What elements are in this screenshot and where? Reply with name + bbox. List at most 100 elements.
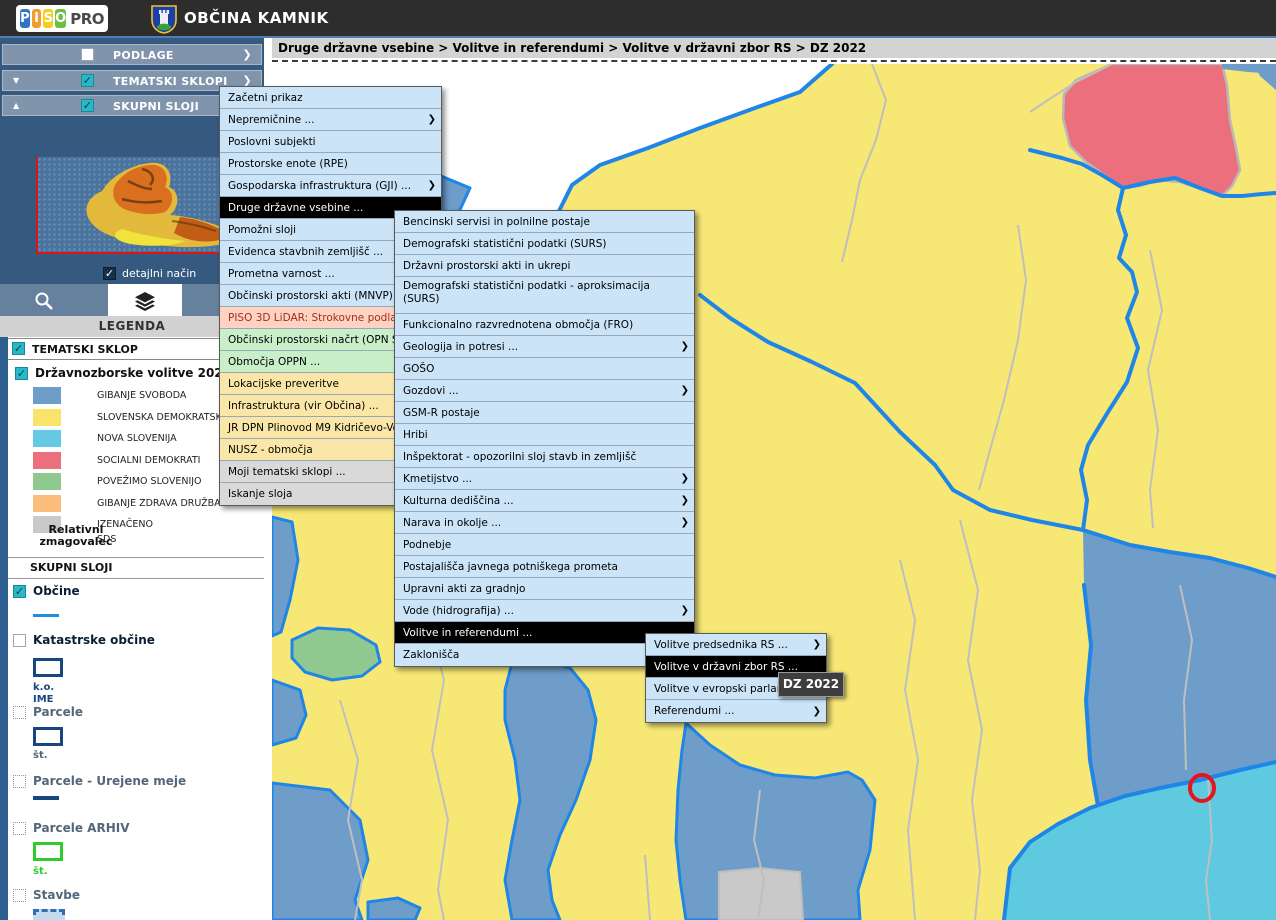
legend-section-tematski-label: TEMATSKI SKLOP [32,343,138,356]
menu-item[interactable]: Vode (hidrografija) ... ❯ [395,600,694,622]
menu-item-label: Lokacijske preveritve [228,378,339,390]
panel-podlage[interactable]: PODLAGE ❯ [2,44,262,65]
menu-item[interactable]: Kulturna dediščina ...❯ [395,490,694,512]
triangle-down-icon[interactable]: ▼ [13,76,19,85]
katastrske-checkbox[interactable] [13,634,26,647]
menu-item-label: Bencinski servisi in polnilne postaje [403,216,590,228]
layer-katastrske-label: Katastrske občine [33,633,155,647]
menu-item[interactable]: Geologija in potresi ...❯ [395,336,694,358]
urejene-checkbox[interactable] [13,775,26,788]
menu-item[interactable]: Kmetijstvo ... ❯ [395,468,694,490]
stavbe-checkbox[interactable] [13,889,26,902]
menu-item[interactable]: Funkcionalno razvrednotena območja (FRO) [395,314,694,336]
arhiv-sub1: št. [33,866,48,877]
stavbe-swatch [33,909,65,920]
menu-item[interactable]: Inšpektorat - opozorilni sloj stavb in z… [395,446,694,468]
menu-item[interactable]: Demografski statistični podatki - aproks… [395,277,694,314]
menu-item[interactable]: Narava in okolje ...❯ [395,512,694,534]
municipality-title: OBČINA KAMNIK [184,9,329,27]
tematski-sklop-checkbox[interactable]: ✓ [12,342,25,355]
logo-letter-o: O [55,9,66,28]
party-name: GIBANJE SVOBODA [97,390,186,401]
party-name: NOVA SLOVENIJA [97,433,177,444]
obcine-checkbox[interactable]: ✓ [13,585,26,598]
menu-item-label: Občinski prostorski akti (MNVP) ... [228,290,406,302]
menu-item[interactable]: Gospodarska infrastruktura (GJI) ...❯ [220,175,441,197]
layer-parcele-label: Parcele [33,705,83,719]
menu-item[interactable]: Referendumi ...❯ [646,700,826,722]
submenu-arrow-icon: ❯ [681,517,689,528]
menu-item[interactable]: Začetni prikaz [220,87,441,109]
chevron-right-icon[interactable]: ❯ [242,48,252,61]
skupni-checkbox[interactable]: ✓ [81,99,94,112]
menu-item[interactable]: Gozdovi ...❯ [395,380,694,402]
arhiv-checkbox[interactable] [13,822,26,835]
menu-item-label: Kmetijstvo ... [403,473,472,485]
menu-item-label: Začetni prikaz [228,92,303,104]
menu-item-label: Iskanje sloja [228,488,292,500]
party-name: POVEŽIMO SLOVENIJO [97,476,202,487]
menu-item-label: Infrastruktura (vir Občina) ... [228,400,379,412]
menu-item-label: Moji tematski sklopi ... [228,466,346,478]
parcele-checkbox[interactable] [13,706,26,719]
theme-label: Državnozborske volitve 2022 [35,366,231,380]
menu-item[interactable]: Volitve predsednika RS ... ❯ [646,634,826,656]
menu-item-label: Inšpektorat - opozorilni sloj stavb in z… [403,451,636,463]
relative-winner-value: SDS [97,534,116,545]
menu-item-label: Gospodarska infrastruktura (GJI) ... [228,180,411,192]
menu-item[interactable]: Demografski statistični podatki (SURS) [395,233,694,255]
menu-item-label: Upravni akti za gradnjo [403,583,525,595]
parcele-swatch [33,727,63,746]
menu-item-label: PISO 3D LiDAR: Strokovne podlage [228,312,410,324]
menu-item-label: Volitve in referendumi ... [403,627,532,639]
menu-item-label: Druge državne vsebine ... [228,202,363,214]
triangle-up-icon[interactable]: ▲ [13,101,19,110]
menu-item[interactable]: Prostorske enote (RPE) [220,153,441,175]
overview-terrain-image [52,159,238,253]
menu-item-label: Demografski statistični podatki - aproks… [403,280,686,306]
menu-item-label: Evidenca stavbnih zemljišč ... [228,246,383,258]
layers-icon[interactable] [133,291,157,311]
submenu-arrow-icon: ❯ [681,605,689,616]
piso-logo[interactable]: P I S O PRO [16,5,108,32]
menu-item-label: Vode (hidrografija) ... [403,605,514,617]
menu-item-label: Demografski statistični podatki (SURS) [403,238,607,250]
layer-obcine-label: Občine [33,584,80,598]
menu-item[interactable]: Nepremičnine ...❯ [220,109,441,131]
menu-item-label: Nepremičnine ... [228,114,314,126]
menu-item[interactable]: Bencinski servisi in polnilne postaje [395,211,694,233]
menu-item-label: Območja OPPN ... [228,356,320,368]
menu-item[interactable]: Upravni akti za gradnjo [395,578,694,600]
menu-item[interactable]: Hribi [395,424,694,446]
panel-tematski-label: TEMATSKI SKLOPI [113,75,228,88]
region-gs-east [1083,530,1276,806]
menu-item-label: Volitve predsednika RS ... [654,639,788,651]
menu-item-label: Postajališča javnega potniškega prometa [403,561,618,573]
panel-podlage-label: PODLAGE [113,49,174,62]
podlage-checkbox[interactable] [81,48,94,61]
katastrske-sub2: IME [33,694,54,705]
menu-item-label: Prostorske enote (RPE) [228,158,348,170]
menu-item-label: Referendumi ... [654,705,734,717]
piso-app: P I S O PRO OBČINA KAMNIK PODLAGE ❯ ▼ ✓ … [0,0,1276,920]
menu-item[interactable]: Podnebje [395,534,694,556]
menu-item[interactable]: Državni prostorski akti in ukrepi [395,255,694,277]
submenu-arrow-icon: ❯ [813,639,821,650]
search-icon[interactable] [34,291,54,311]
menu-item[interactable]: GSM-R postaje [395,402,694,424]
submenu-arrow-icon: ❯ [681,495,689,506]
theme-checkbox[interactable]: ✓ [15,367,28,380]
menu-item-label: Pomožni sloji [228,224,296,236]
party-name: GIBANJE ZDRAVA DRUŽBA [97,498,221,509]
menu-item-label: Volitve v državni zbor RS ... [654,661,798,673]
menu-item[interactable]: Poslovni subjekti [220,131,441,153]
breadcrumb: Druge državne vsebine > Volitve in refer… [272,38,1276,58]
submenu-arrow-icon: ❯ [681,473,689,484]
menu-item[interactable]: GOŠO [395,358,694,380]
menu-item[interactable]: Postajališča javnega potniškega prometa [395,556,694,578]
tematski-checkbox[interactable]: ✓ [81,74,94,87]
detail-mode-label: detajlni način [122,267,196,280]
detail-mode-checkbox[interactable]: ✓ [103,267,116,280]
menu-item-label: GOŠO [403,363,434,375]
layer-arhiv-label: Parcele ARHIV [33,821,130,835]
